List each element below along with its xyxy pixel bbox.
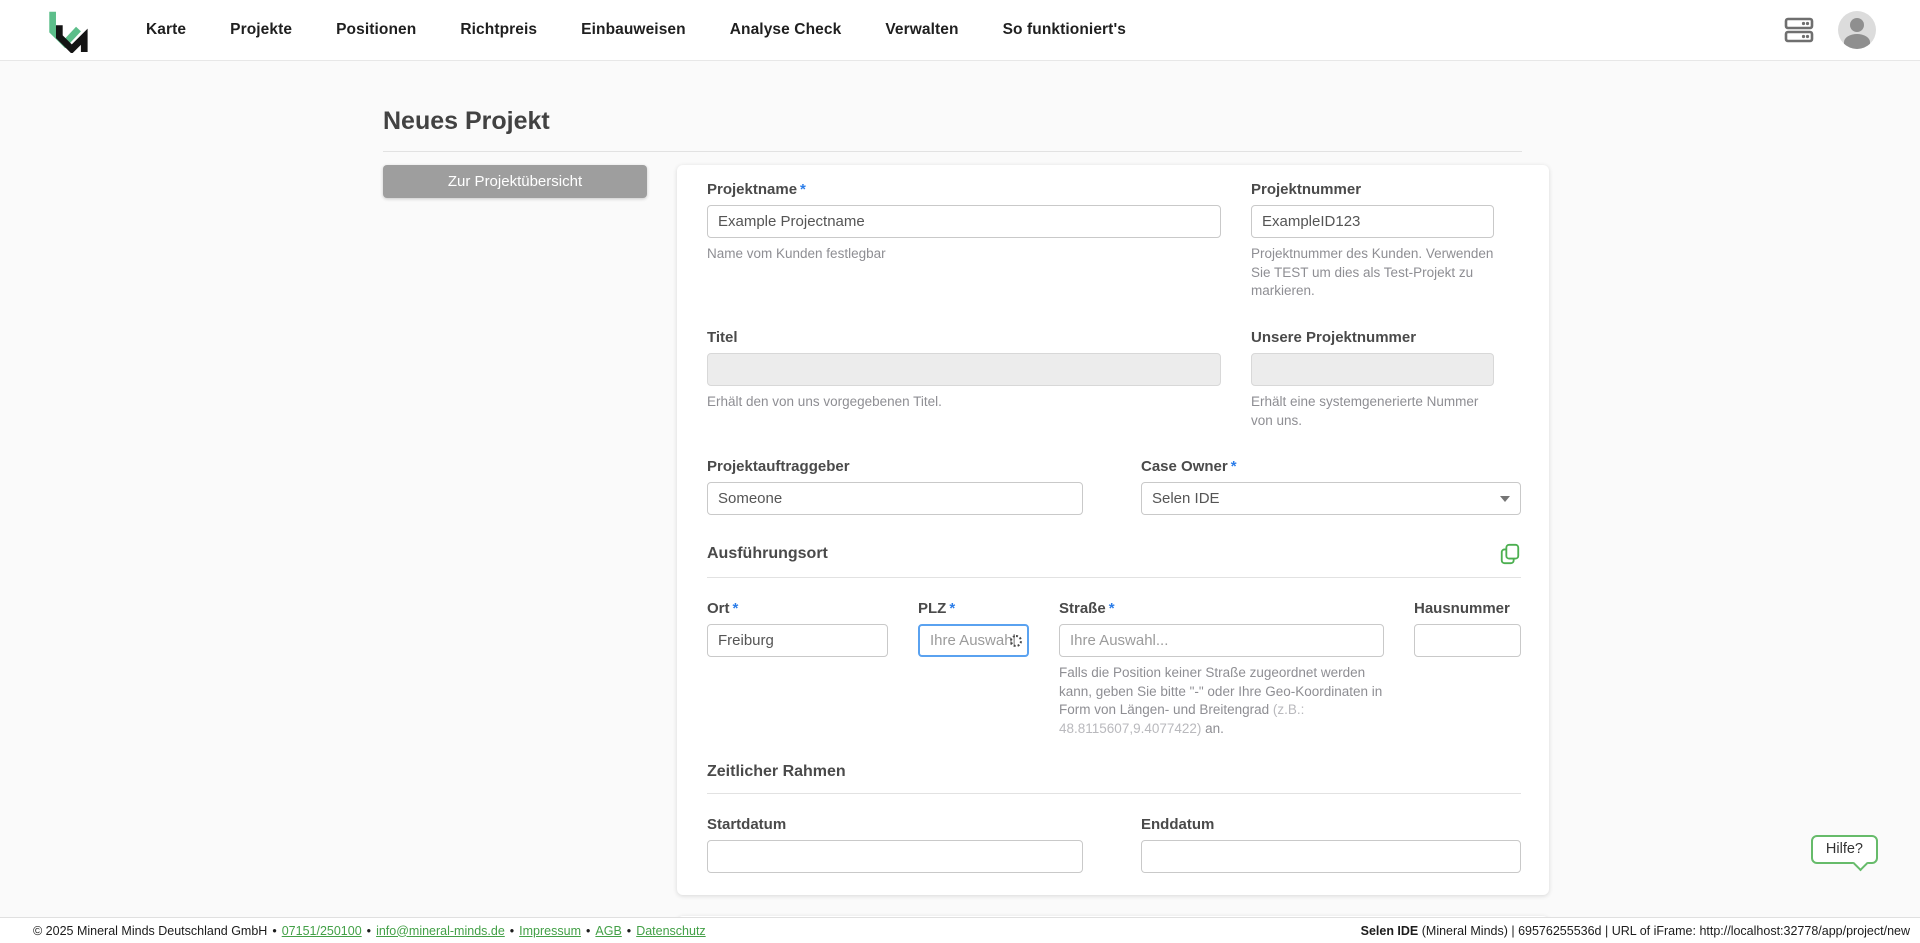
projektauftraggeber-input[interactable] bbox=[707, 482, 1083, 516]
startdatum-label: Startdatum bbox=[707, 815, 787, 833]
nav-item-analyse-check[interactable]: Analyse Check bbox=[730, 21, 842, 39]
field-unsere-projektnummer: Unsere Projektnummer Erhält eine systemg… bbox=[1251, 329, 1494, 430]
copy-icon[interactable] bbox=[1499, 543, 1521, 565]
projektname-helper: Name vom Kunden festlegbar bbox=[707, 246, 886, 261]
case-owner-value: Selen IDE bbox=[1152, 490, 1220, 508]
footer-link-phone[interactable]: 07151/250100 bbox=[282, 924, 362, 938]
copyright-text: © 2025 Mineral Minds Deutschland GmbH bbox=[33, 923, 268, 938]
main-menu: Karte Projekte Positionen Richtpreis Ein… bbox=[146, 21, 1126, 39]
projektname-label: Projektname * bbox=[707, 181, 806, 198]
footer-link-datenschutz[interactable]: Datenschutz bbox=[636, 924, 705, 938]
projektauftraggeber-label: Projektauftraggeber bbox=[707, 458, 850, 476]
strasse-helper: Falls die Position keiner Straße zugeord… bbox=[1059, 665, 1383, 736]
nav-item-richtpreis[interactable]: Richtpreis bbox=[460, 21, 537, 39]
footer-iframe-url: (Mineral Minds) | 69576255536d | URL of … bbox=[1418, 923, 1910, 938]
field-case-owner: Case Owner * Selen IDE bbox=[1141, 458, 1521, 516]
field-projektnummer: Projektnummer Projektnummer des Kunden. … bbox=[1251, 181, 1494, 301]
footer-user-label: Selen IDE bbox=[1360, 923, 1419, 938]
unsere-projektnummer-label: Unsere Projektnummer bbox=[1251, 328, 1417, 346]
footer-link-impressum[interactable]: Impressum bbox=[519, 924, 581, 938]
titel-helper: Erhält den von uns vorgegebenen Titel. bbox=[707, 393, 942, 409]
footer-legal: © 2025 Mineral Minds Deutschland GmbH • 07… bbox=[33, 923, 706, 938]
user-avatar[interactable] bbox=[1838, 11, 1876, 49]
field-ort: Ort * bbox=[707, 600, 888, 739]
hausnummer-input[interactable] bbox=[1414, 624, 1521, 658]
project-overview-button[interactable]: Zur Projektübersicht bbox=[383, 165, 647, 198]
speech-bubble-tail bbox=[1852, 855, 1869, 872]
loading-spinner-icon bbox=[1010, 634, 1022, 647]
unsere-projektnummer-input bbox=[1251, 352, 1494, 386]
section-divider bbox=[707, 577, 1521, 579]
field-plz: PLZ * bbox=[918, 600, 1029, 739]
nav-item-so-funktionierts[interactable]: So funktioniert's bbox=[1003, 21, 1126, 39]
page-content: Neues Projekt Zur Projektübersicht Proje… bbox=[383, 107, 1549, 943]
nav-item-positionen[interactable]: Positionen bbox=[336, 21, 416, 39]
ort-input[interactable] bbox=[707, 624, 888, 658]
field-strasse: Straße* Falls die Position keiner Straße… bbox=[1059, 600, 1384, 739]
required-mark: * bbox=[949, 600, 956, 618]
section-title-ausfuehrungsort: Ausführungsort bbox=[707, 545, 828, 563]
help-button-label: Hilfe? bbox=[1825, 841, 1863, 857]
field-hausnummer: Hausnummer bbox=[1414, 600, 1521, 739]
new-project-form-card: Projektname* Name vom Kunden festlegbar … bbox=[677, 165, 1549, 895]
case-owner-label: Case Owner * bbox=[1141, 458, 1237, 476]
chevron-down-icon bbox=[1500, 495, 1510, 502]
help-button[interactable]: Hilfe? bbox=[1810, 835, 1878, 872]
field-projektname: Projektname* Name vom Kunden festlegbar bbox=[707, 181, 1221, 301]
projektnummer-helper: Projektnummer des Kunden. Verwenden Sie … bbox=[1251, 246, 1494, 299]
projektname-input[interactable] bbox=[707, 205, 1221, 238]
strasse-input[interactable] bbox=[1059, 624, 1384, 658]
nav-item-verwalten[interactable]: Verwalten bbox=[885, 21, 958, 39]
unsere-projektnummer-helper: Erhält eine systemgenerierte Nummer von … bbox=[1251, 393, 1479, 428]
field-titel: Titel Erhält den von uns vorgegebenen Ti… bbox=[707, 329, 1221, 430]
field-startdatum: Startdatum bbox=[707, 816, 1083, 873]
page-title: Neues Projekt bbox=[383, 107, 1522, 152]
footer: © 2025 Mineral Minds Deutschland GmbH • 07… bbox=[0, 917, 1920, 943]
projektnummer-input[interactable] bbox=[1251, 205, 1494, 238]
top-navigation: Karte Projekte Positionen Richtpreis Ein… bbox=[0, 0, 1920, 61]
hausnummer-label: Hausnummer bbox=[1414, 600, 1510, 618]
section-divider bbox=[707, 792, 1521, 794]
startdatum-input[interactable] bbox=[707, 839, 1083, 873]
required-mark: * bbox=[732, 600, 739, 618]
titel-input bbox=[707, 352, 1221, 386]
footer-link-email[interactable]: info@mineral-minds.de bbox=[376, 924, 505, 938]
plz-label: PLZ * bbox=[918, 600, 956, 618]
section-title-zeitlicher-rahmen: Zeitlicher Rahmen bbox=[707, 762, 846, 780]
server-rack-icon[interactable] bbox=[1782, 13, 1816, 47]
footer-session-info: Selen IDE (Mineral Minds) | 69576255536d… bbox=[1361, 924, 1910, 938]
required-mark: * bbox=[800, 181, 806, 198]
ort-label: Ort * bbox=[707, 600, 739, 618]
avatar-head-icon bbox=[1850, 18, 1864, 32]
nav-item-karte[interactable]: Karte bbox=[146, 21, 186, 39]
enddatum-label: Enddatum bbox=[1141, 815, 1215, 833]
field-enddatum: Enddatum bbox=[1141, 816, 1521, 873]
nav-item-projekte[interactable]: Projekte bbox=[230, 21, 292, 39]
avatar-body-icon bbox=[1844, 34, 1870, 49]
enddatum-input[interactable] bbox=[1141, 839, 1521, 873]
field-projektauftraggeber: Projektauftraggeber bbox=[707, 458, 1083, 516]
footer-link-agb[interactable]: AGB bbox=[595, 924, 621, 938]
projektnummer-label: Projektnummer bbox=[1251, 181, 1362, 198]
case-owner-select[interactable]: Selen IDE bbox=[1141, 482, 1521, 516]
titel-label: Titel bbox=[707, 328, 738, 346]
strasse-label: Straße * bbox=[1059, 600, 1115, 618]
nav-item-einbauweisen[interactable]: Einbauweisen bbox=[581, 21, 686, 39]
mineral-minds-logo bbox=[49, 11, 88, 53]
required-mark: * bbox=[1230, 458, 1237, 476]
required-mark: * bbox=[1108, 600, 1115, 618]
